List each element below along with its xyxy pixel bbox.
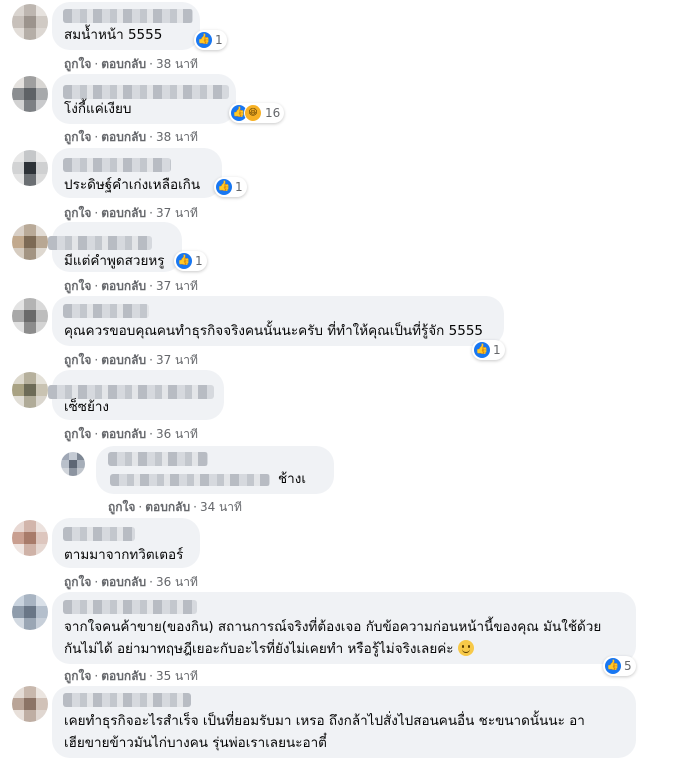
like-reaction-icon: 👍 [196, 32, 212, 48]
like-link[interactable]: ถูกใจ [64, 669, 91, 683]
avatar[interactable] [12, 224, 48, 260]
like-reaction-icon: 👍 [605, 658, 621, 674]
commenter-name-redacted[interactable] [63, 304, 149, 318]
comment-text: ตามมาจากทวิตเตอร์ [64, 547, 184, 563]
like-link[interactable]: ถูกใจ [64, 353, 91, 367]
commenter-name-redacted[interactable] [108, 452, 208, 466]
comment-actions: ถูกใจ · ตอบกลับ · 37 นาที [64, 206, 198, 220]
comment-text-line1: จากใจคนค้าขาย(ของกิน) สถานการณ์จริงที่ต้… [64, 619, 602, 635]
timestamp[interactable]: 38 นาที [156, 130, 198, 144]
like-link[interactable]: ถูกใจ [64, 575, 91, 589]
like-link[interactable]: ถูกใจ [64, 206, 91, 220]
reply-link[interactable]: ตอบกลับ [101, 427, 146, 441]
reply-link[interactable]: ตอบกลับ [101, 575, 146, 589]
comment-text: เซ็ซย้าง [64, 399, 110, 415]
commenter-name-redacted[interactable] [63, 527, 135, 541]
commenter-name-redacted[interactable] [63, 693, 191, 707]
avatar[interactable] [12, 520, 48, 556]
like-reaction-icon: 👍 [474, 342, 490, 358]
avatar[interactable] [12, 594, 48, 630]
commenter-name-redacted[interactable] [48, 236, 152, 250]
timestamp[interactable]: 38 นาที [156, 57, 198, 71]
comment-text-line2: กันไม่ได้ อย่ามาทฤษฎีเยอะกับอะไรที่ยังไม… [64, 638, 474, 661]
reaction-count[interactable]: 👍 1 [194, 30, 227, 50]
smile-emoji-icon [457, 640, 474, 656]
comment-text: ประดิษฐ์คำเก่งเหลือเกิน [64, 177, 201, 193]
like-link[interactable]: ถูกใจ [108, 500, 135, 514]
haha-reaction-icon: 😆 [244, 104, 262, 122]
comment-actions: ถูกใจ · ตอบกลับ · 34 นาที [108, 500, 242, 514]
avatar[interactable] [12, 4, 48, 40]
commenter-name-redacted[interactable] [63, 158, 171, 172]
like-reaction-icon: 👍 [216, 179, 232, 195]
timestamp[interactable]: 36 นาที [156, 427, 198, 441]
like-link[interactable]: ถูกใจ [64, 279, 91, 293]
timestamp[interactable]: 36 นาที [156, 575, 198, 589]
comment-actions: ถูกใจ · ตอบกลับ · 36 นาที [64, 575, 198, 589]
comment-text-line2: เฮียขายข้าวมันไก่บางคน รุ่นพ่อเราเลยนะอา… [64, 735, 327, 751]
timestamp[interactable]: 37 นาที [156, 279, 198, 293]
comment-actions: ถูกใจ · ตอบกลับ · 38 นาที [64, 57, 198, 71]
timestamp[interactable]: 37 นาที [156, 206, 198, 220]
reaction-count[interactable]: 👍 1 [472, 340, 505, 360]
comment-actions: ถูกใจ · ตอบกลับ · 38 นาที [64, 130, 198, 144]
avatar[interactable] [12, 298, 48, 334]
reply-link[interactable]: ตอบกลับ [101, 353, 146, 367]
avatar[interactable] [12, 372, 48, 408]
comment-text-redacted [110, 474, 270, 486]
reaction-count[interactable]: 👍 5 [603, 656, 636, 676]
reaction-count[interactable]: 👍 😆 16 [229, 103, 285, 123]
reply-link[interactable]: ตอบกลับ [101, 130, 146, 144]
commenter-name-redacted[interactable] [63, 600, 197, 614]
avatar[interactable] [12, 686, 48, 722]
timestamp[interactable]: 34 นาที [200, 500, 242, 514]
reply-link[interactable]: ตอบกลับ [101, 279, 146, 293]
timestamp[interactable]: 37 นาที [156, 353, 198, 367]
comment-actions: ถูกใจ · ตอบกลับ · 37 นาที [64, 353, 198, 367]
comment-text: ช้างเ [278, 471, 306, 487]
reaction-count[interactable]: 👍 1 [214, 177, 247, 197]
comment-actions: ถูกใจ · ตอบกลับ · 35 นาที [64, 669, 198, 683]
reply-link[interactable]: ตอบกลับ [101, 206, 146, 220]
like-link[interactable]: ถูกใจ [64, 57, 91, 71]
comment-text: สมน้ำหน้า 5555 [64, 27, 163, 43]
avatar[interactable] [12, 76, 48, 112]
comment-text: คุณควรขอบคุณคนทำธุรกิจจริงคนนั้นนะครับ ท… [64, 323, 484, 339]
avatar[interactable] [12, 150, 48, 186]
comment-actions: ถูกใจ · ตอบกลับ · 36 นาที [64, 427, 198, 441]
comment-text-line1: เคยทำธุรกิจอะไรสำเร็จ เป็นที่ยอมรับมา เห… [64, 713, 585, 729]
reply-link[interactable]: ตอบกลับ [145, 500, 190, 514]
reply-link[interactable]: ตอบกลับ [101, 57, 146, 71]
like-link[interactable]: ถูกใจ [64, 130, 91, 144]
comment-text: โง่กี้แค่เงียบ [64, 101, 132, 117]
like-link[interactable]: ถูกใจ [64, 427, 91, 441]
commenter-name-redacted[interactable] [63, 85, 229, 99]
comment-text: มีแต่คำพูดสวยหรู [64, 253, 165, 269]
commenter-name-redacted[interactable] [63, 9, 193, 23]
timestamp[interactable]: 35 นาที [156, 669, 198, 683]
comment-actions: ถูกใจ · ตอบกลับ · 37 นาที [64, 279, 198, 293]
like-reaction-icon: 👍 [176, 253, 192, 269]
reaction-count[interactable]: 👍 1 [174, 251, 207, 271]
avatar[interactable] [61, 452, 85, 476]
reply-link[interactable]: ตอบกลับ [101, 669, 146, 683]
